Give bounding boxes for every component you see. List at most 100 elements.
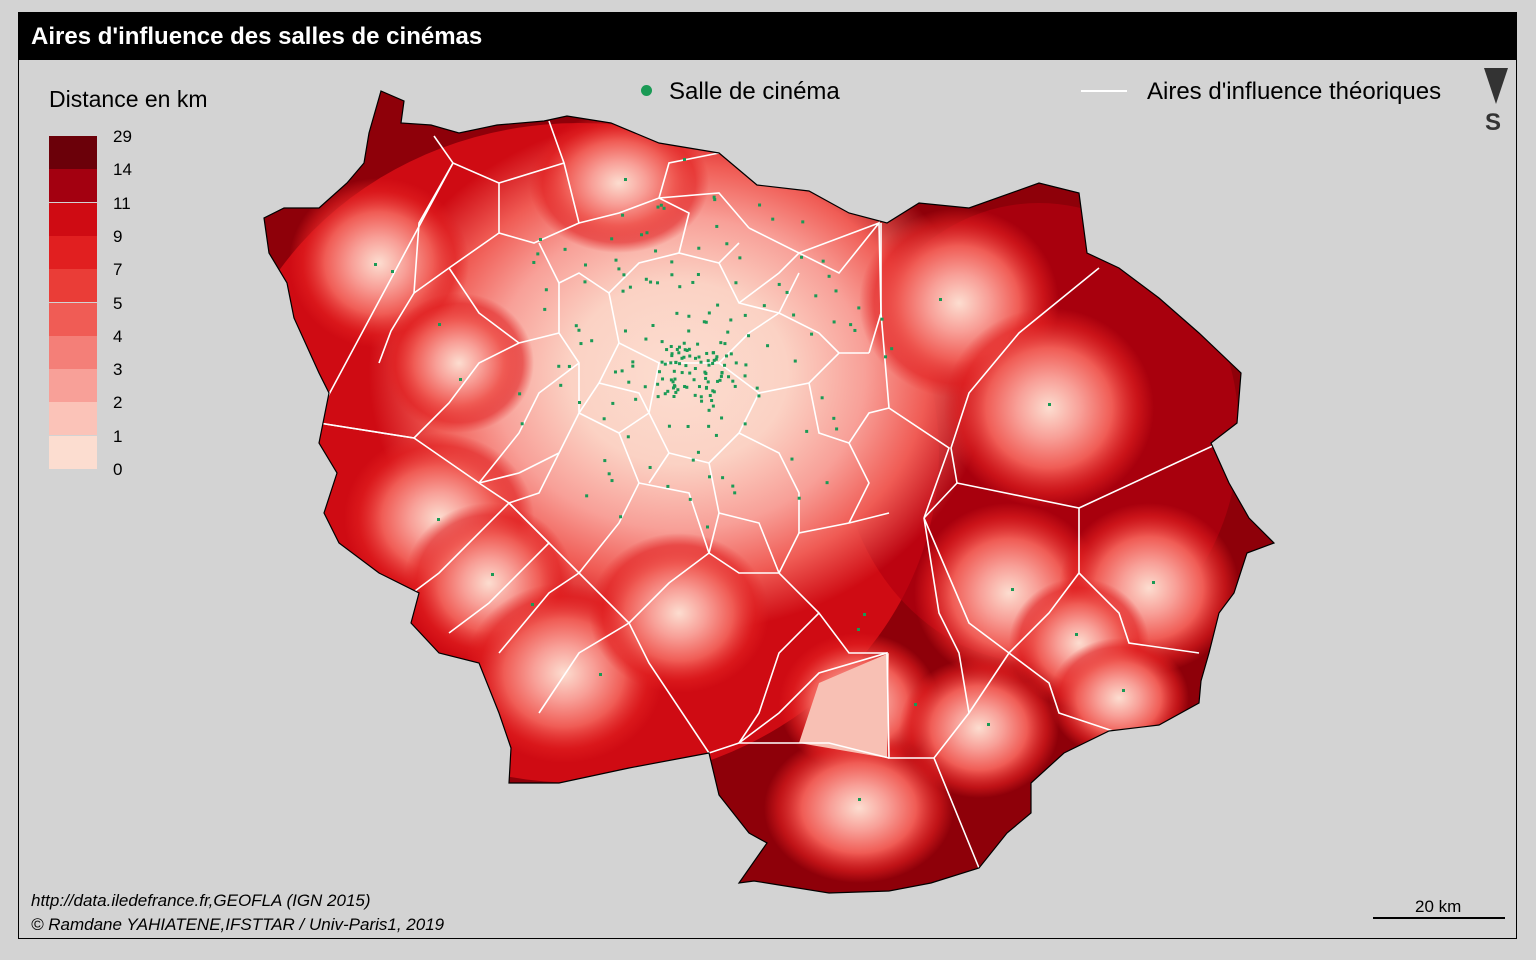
legend-swatch xyxy=(49,335,97,369)
cinema-point xyxy=(583,280,587,284)
cinema-point xyxy=(696,450,700,454)
cinema-point xyxy=(680,356,684,360)
cinema-point xyxy=(814,294,818,298)
cinema-point xyxy=(544,288,548,292)
legend-swatch xyxy=(49,202,97,236)
cinema-point xyxy=(821,259,825,263)
cinema-point xyxy=(696,342,700,346)
cinema-point xyxy=(914,703,917,706)
cinema-point xyxy=(747,334,751,338)
cinema-point xyxy=(708,394,712,398)
areas-key-label: Aires d'influence théoriques xyxy=(1147,78,1442,105)
cinema-point xyxy=(731,379,735,383)
choropleth-map xyxy=(263,90,1276,894)
cinema-point xyxy=(785,290,789,294)
cinema-point xyxy=(835,427,839,431)
cinema-point xyxy=(676,388,680,392)
cinema-point xyxy=(704,372,708,376)
cinema-point xyxy=(726,330,730,334)
legend-tick-label: 9 xyxy=(113,226,123,246)
cinema-point xyxy=(707,424,711,428)
cinema-point xyxy=(704,376,708,380)
cinema-point xyxy=(622,273,626,277)
cinema-point xyxy=(863,613,866,616)
cinema-point xyxy=(719,374,723,378)
cinema-point xyxy=(669,361,673,365)
cinema-point xyxy=(688,497,692,501)
cinema-point xyxy=(712,390,716,394)
cinema-point xyxy=(680,371,684,375)
legend-tick-label: 3 xyxy=(113,360,123,380)
cinema-point xyxy=(539,238,542,241)
cinema-point xyxy=(724,354,728,358)
cinema-point xyxy=(708,475,712,479)
cinema-point xyxy=(677,351,681,355)
cinema-point xyxy=(640,233,644,237)
cinema-point xyxy=(729,318,733,322)
cinema-point xyxy=(656,281,660,285)
cinema-point xyxy=(603,459,607,463)
scale-label: 20 km xyxy=(1415,897,1462,916)
cinema-point xyxy=(654,249,658,253)
map-frame: Aires d'influence des salles de cinémas xyxy=(18,12,1517,939)
cinema-point xyxy=(792,313,796,317)
cinema-point xyxy=(890,347,894,351)
cinema-point xyxy=(627,380,631,384)
cinema-point xyxy=(613,370,617,374)
cinema-point xyxy=(832,320,836,324)
cinema-point xyxy=(607,472,611,476)
cinema-point xyxy=(693,393,697,397)
cinema-point xyxy=(656,205,660,209)
legend-swatch xyxy=(49,269,97,303)
cinema-point xyxy=(536,252,540,256)
cinema-point xyxy=(557,364,561,368)
cinema-point xyxy=(827,274,831,278)
cinema-point xyxy=(777,282,781,286)
cinema-point xyxy=(719,341,723,345)
cinema-point xyxy=(559,383,563,387)
cinema-point xyxy=(683,158,686,161)
cinema-point xyxy=(491,573,494,576)
cinema-point xyxy=(660,340,664,344)
cinema-point xyxy=(617,267,621,271)
cinema-point xyxy=(391,270,394,273)
cinema-point xyxy=(987,723,990,726)
legend-tick-label: 1 xyxy=(113,426,123,446)
cinema-point xyxy=(579,342,583,346)
cinema-point xyxy=(762,304,766,308)
cinema-point xyxy=(602,417,606,421)
cinema-point xyxy=(707,408,711,412)
legend-tick-label: 0 xyxy=(113,460,123,479)
cinema-point xyxy=(673,377,677,381)
cinema-point xyxy=(648,465,652,469)
cinema-point xyxy=(705,525,709,529)
cinema-point xyxy=(694,356,698,360)
cinema-point xyxy=(531,603,534,606)
cinema-point xyxy=(610,237,614,241)
legend-tick-label: 4 xyxy=(113,326,123,346)
cinema-point xyxy=(677,345,681,349)
cinema-point xyxy=(672,394,676,398)
cinema-point xyxy=(715,355,719,359)
cinema-point xyxy=(1048,403,1051,406)
cinema-point xyxy=(810,332,814,336)
cinema-point xyxy=(583,263,587,267)
cinema-point xyxy=(585,494,589,498)
cinema-point xyxy=(758,203,762,207)
cinema-point xyxy=(671,386,675,390)
cinema-point xyxy=(611,401,615,405)
cinema-point xyxy=(825,481,829,485)
cinema-point xyxy=(880,317,884,321)
cinema-point xyxy=(715,224,719,228)
cinema-point xyxy=(657,370,661,374)
cinema-point xyxy=(659,203,663,207)
cinema-point xyxy=(634,397,638,401)
legend-title: Distance en km xyxy=(49,86,208,112)
cinema-point xyxy=(697,355,701,359)
cinema-point xyxy=(374,263,377,266)
cinema-point xyxy=(543,307,547,311)
cinema-point xyxy=(590,339,594,343)
cinema-point xyxy=(699,360,703,364)
cinema-point xyxy=(663,362,667,366)
legend-swatch xyxy=(49,302,97,336)
